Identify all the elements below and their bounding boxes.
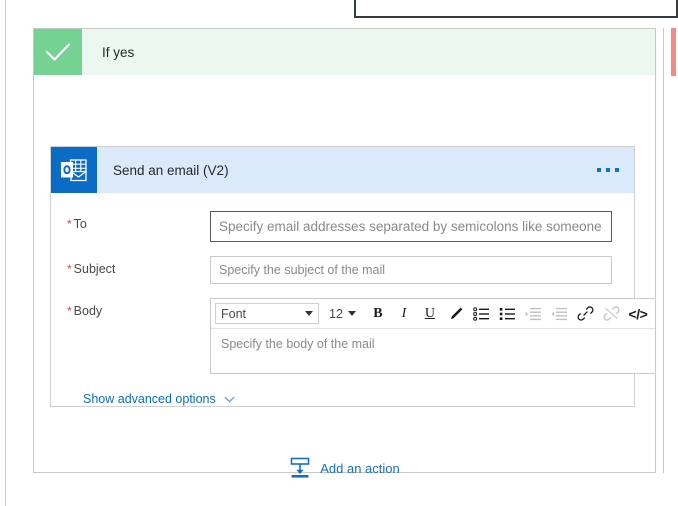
body-label-text: Body — [73, 304, 103, 318]
show-advanced-options-label: Show advanced options — [83, 392, 216, 406]
required-asterisk: * — [67, 304, 72, 318]
to-input[interactable] — [210, 211, 612, 242]
rich-text-editor: Font 12 B I U </> Specify the body of th… — [210, 298, 656, 374]
canvas-connector-line — [5, 0, 6, 506]
action-card-header[interactable]: Send an email (V2) — [51, 147, 634, 193]
indent-decrease-icon — [547, 302, 573, 326]
chevron-down-icon — [347, 311, 356, 316]
branch-yes-container: If yes Send an email (V2) * To Specify e… — [33, 28, 656, 478]
subject-field-label: * Subject — [67, 256, 210, 276]
underline-icon[interactable]: U — [417, 302, 443, 326]
to-label-text: To — [73, 217, 87, 231]
branch-yes-title: If yes — [102, 44, 135, 60]
to-field-label: * To — [67, 211, 210, 231]
branch-yes-header[interactable]: If yes — [34, 29, 655, 75]
text-color-pen-icon[interactable] — [443, 302, 469, 326]
bold-icon[interactable]: B — [365, 302, 391, 326]
font-family-value: Font — [221, 306, 247, 321]
show-advanced-options-link[interactable]: Show advanced options — [83, 392, 235, 406]
checkmark-icon — [34, 29, 82, 75]
add-an-action-label: Add an action — [320, 460, 400, 476]
required-asterisk: * — [67, 217, 72, 231]
field-row-body: * Body Font 12 B I U </> Specify the bod… — [67, 298, 656, 374]
link-icon[interactable] — [573, 302, 599, 326]
ellipsis-dot — [597, 168, 601, 172]
action-card-title: Send an email (V2) — [113, 162, 229, 178]
required-asterisk: * — [67, 262, 72, 276]
indent-increase-icon — [521, 302, 547, 326]
body-editor-area[interactable]: Specify the body of the mail — [211, 329, 655, 373]
field-row-to: * To — [67, 211, 612, 242]
font-size-value: 12 — [329, 306, 343, 321]
bulleted-list-icon[interactable] — [469, 302, 495, 326]
ellipsis-icon[interactable] — [582, 168, 634, 172]
outlook-icon — [51, 147, 97, 193]
send-email-action-card: Send an email (V2) * To Specify email ad… — [50, 146, 656, 407]
italic-icon[interactable]: I — [391, 302, 417, 326]
field-row-subject: * Subject — [67, 256, 612, 284]
action-card-body: *To *Subject — [51, 193, 656, 406]
to-field-control — [210, 211, 612, 242]
chevron-down-icon — [305, 311, 313, 316]
ellipsis-dot — [615, 168, 619, 172]
subject-field-control — [210, 256, 612, 284]
chevron-down-icon — [224, 396, 235, 403]
body-field-label: * Body — [67, 298, 210, 318]
branch-yes-body: Send an email (V2) * To Specify email ad… — [34, 75, 656, 478]
insert-action-icon — [289, 457, 311, 479]
subject-label-text: Subject — [73, 262, 116, 276]
add-an-action-button[interactable]: Add an action — [34, 457, 655, 479]
code-view-icon[interactable]: </> — [625, 302, 651, 326]
body-field-control: Font 12 B I U </> Specify the body of th… — [210, 298, 656, 374]
numbered-list-icon[interactable] — [495, 302, 521, 326]
upper-panel-fragment — [354, 0, 678, 18]
font-family-dropdown[interactable]: Font — [215, 303, 319, 324]
font-size-dropdown[interactable]: 12 — [325, 303, 360, 324]
editor-toolbar: Font 12 B I U </> — [211, 299, 655, 329]
flow-designer-canvas: If yes Send an email (V2) * To Specify e… — [0, 0, 678, 506]
branch-no-container-edge — [663, 28, 664, 473]
ellipsis-dot — [606, 168, 610, 172]
subject-input[interactable] — [210, 256, 612, 284]
branch-no-indicator — [671, 28, 676, 76]
unlink-icon — [599, 302, 625, 326]
